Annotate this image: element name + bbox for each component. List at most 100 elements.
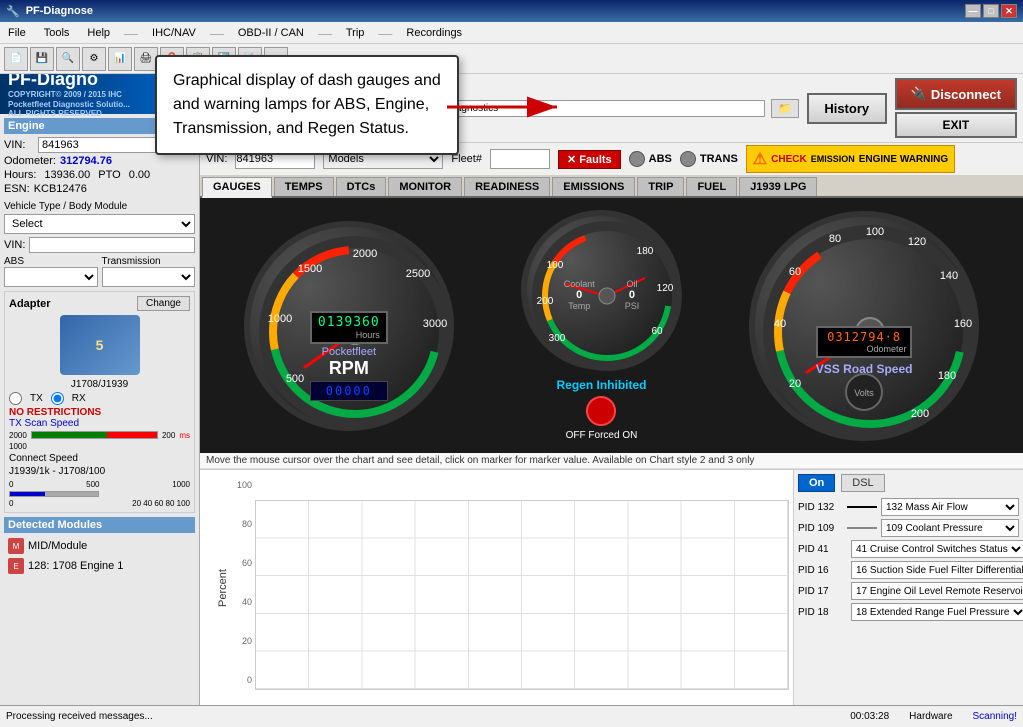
- rx-radio[interactable]: [51, 392, 64, 405]
- svg-text:200: 200: [911, 408, 929, 420]
- y-80: 80: [242, 519, 252, 529]
- pid-row-109: PID 109 109 Coolant Pressure: [798, 519, 1019, 537]
- svg-text:1000: 1000: [268, 313, 292, 325]
- menu-help[interactable]: Help: [83, 25, 114, 41]
- minimize-button[interactable]: —: [965, 4, 981, 18]
- svg-text:2500: 2500: [406, 268, 430, 280]
- svg-text:500: 500: [286, 373, 304, 385]
- svg-text:100: 100: [547, 260, 564, 271]
- browse-button[interactable]: 📁: [771, 99, 799, 118]
- connect-speed-label: Connect Speed: [9, 453, 190, 464]
- pid-41-select[interactable]: 41 Cruise Control Switches Status: [851, 540, 1023, 558]
- vin-field-input[interactable]: [29, 237, 195, 253]
- tab-j1939lpg[interactable]: J1939 LPG: [739, 177, 817, 196]
- tab-monitor[interactable]: MONITOR: [388, 177, 462, 196]
- pid-17-label: PID 17: [798, 586, 843, 597]
- toolbar-btn-5[interactable]: 📊: [108, 47, 132, 71]
- svg-text:200: 200: [537, 296, 554, 307]
- regen-label2: OFF Forced ON: [556, 430, 646, 441]
- fleet-input[interactable]: [490, 149, 550, 169]
- hours-label: Hours:: [4, 169, 36, 181]
- vehicle-type-select[interactable]: Select: [4, 214, 195, 234]
- adapter-panel: Adapter Change 5 J1708/J1939 TX RX NO RE…: [4, 291, 195, 513]
- module-icon-mid: M: [8, 538, 24, 554]
- tx-radio[interactable]: [9, 392, 22, 405]
- tab-emissions[interactable]: EMISSIONS: [552, 177, 635, 196]
- esn-label: ESN:: [4, 183, 30, 195]
- svg-text:3000: 3000: [423, 318, 447, 330]
- maximize-button[interactable]: □: [983, 4, 999, 18]
- odometer-label-gauge: Odometer: [822, 344, 907, 354]
- module-item-engine[interactable]: E 128: 1708 Engine 1: [4, 556, 195, 576]
- faults-button[interactable]: ✕ Faults: [558, 150, 621, 169]
- menu-ihcnav[interactable]: IHC/NAV: [148, 25, 200, 41]
- svg-text:Volts: Volts: [854, 388, 874, 398]
- toolbar-btn-4[interactable]: ⚙: [82, 47, 106, 71]
- svg-text:180: 180: [938, 370, 956, 382]
- vehicle-type-label: Vehicle Type / Body Module: [4, 201, 195, 212]
- connect-slider[interactable]: [9, 491, 99, 497]
- logo-text: PF-Diagno: [8, 74, 130, 90]
- tab-dtcs[interactable]: DTCs: [336, 177, 387, 196]
- pid-109-select[interactable]: 109 Coolant Pressure: [881, 519, 1019, 537]
- pid-row-132: PID 132 132 Mass Air Flow: [798, 498, 1019, 516]
- pid-18-select[interactable]: 18 Extended Range Fuel Pressure: [851, 603, 1023, 621]
- change-adapter-button[interactable]: Change: [137, 296, 190, 311]
- history-button[interactable]: History: [807, 93, 887, 124]
- tab-readiness[interactable]: READINESS: [464, 177, 550, 196]
- status-scanning: Scanning!: [973, 711, 1017, 722]
- menu-trip[interactable]: Trip: [342, 25, 369, 41]
- toggle-on-button[interactable]: On: [798, 474, 835, 492]
- odometer-display: 0312794·8: [827, 330, 901, 344]
- y-60: 60: [242, 558, 252, 568]
- svg-text:120: 120: [657, 283, 674, 294]
- module-name-engine: 128: 1708 Engine 1: [28, 560, 123, 572]
- menu-tools[interactable]: Tools: [40, 25, 74, 41]
- detected-modules-label: Detected Modules: [4, 517, 195, 533]
- toolbar-btn-1[interactable]: 📄: [4, 47, 28, 71]
- toggle-dsl-button[interactable]: DSL: [841, 474, 884, 492]
- logo-sub2: Pocketfleet Diagnostic Solutio...: [8, 100, 130, 110]
- menu-obd2can[interactable]: OBD-II / CAN: [234, 25, 308, 41]
- svg-text:180: 180: [637, 246, 654, 257]
- connect-speed-value: J1939/1k - J1708/100: [9, 466, 190, 477]
- rpm-gauge: 500 1000 1500 2000 2500 3000: [244, 221, 454, 431]
- tab-temps[interactable]: TEMPS: [274, 177, 334, 196]
- disconnect-label: Disconnect: [931, 87, 1001, 102]
- trans-label: TRANS: [700, 153, 738, 165]
- module-item-mid[interactable]: M MID/Module: [4, 536, 195, 556]
- pid-17-select[interactable]: 17 Engine Oil Level Remote Reservoir: [851, 582, 1023, 600]
- adapter-label: Adapter: [9, 298, 51, 310]
- pid-132-select[interactable]: 132 Mass Air Flow: [881, 498, 1019, 516]
- close-button[interactable]: ✕: [1001, 4, 1017, 18]
- tooltip-box: Graphical display of dash gauges andand …: [155, 55, 459, 155]
- tab-gauges[interactable]: GAUGES: [202, 177, 272, 198]
- speed-bar: [31, 431, 158, 439]
- svg-text:80: 80: [829, 233, 841, 245]
- pid-16-select[interactable]: 16 Suction Side Fuel Filter Differential…: [851, 561, 1023, 579]
- disconnect-icon: 🔌: [911, 86, 927, 102]
- toolbar-btn-2[interactable]: 💾: [30, 47, 54, 71]
- tab-trip[interactable]: TRIP: [637, 177, 684, 196]
- pid-109-line: [847, 527, 877, 529]
- psi-label: PSI: [625, 301, 640, 311]
- tab-fuel[interactable]: FUEL: [686, 177, 737, 196]
- pid-132-line: [847, 506, 877, 508]
- pid-row-18: PID 18 18 Extended Range Fuel Pressure: [798, 603, 1019, 621]
- menu-recordings[interactable]: Recordings: [402, 25, 466, 41]
- disconnect-button[interactable]: 🔌 Disconnect: [895, 78, 1017, 110]
- pid-16-label: PID 16: [798, 565, 843, 576]
- menu-file[interactable]: File: [4, 25, 30, 41]
- toolbar-btn-3[interactable]: 🔍: [56, 47, 80, 71]
- svg-text:120: 120: [908, 236, 926, 248]
- title-bar: 🔧 PF-Diagnose — □ ✕: [0, 0, 1023, 22]
- pid-41-label: PID 41: [798, 544, 843, 555]
- svg-text:140: 140: [940, 270, 958, 282]
- svg-text:1500: 1500: [298, 263, 322, 275]
- menu-bar: File Tools Help — IHC/NAV — OBD-II / CAN…: [0, 22, 1023, 44]
- abs-select[interactable]: [4, 267, 98, 287]
- exit-button[interactable]: EXIT: [895, 112, 1017, 138]
- scan-speed-label: TX Scan Speed: [9, 418, 190, 429]
- svg-text:2000: 2000: [353, 248, 377, 260]
- transmission-select[interactable]: [102, 267, 196, 287]
